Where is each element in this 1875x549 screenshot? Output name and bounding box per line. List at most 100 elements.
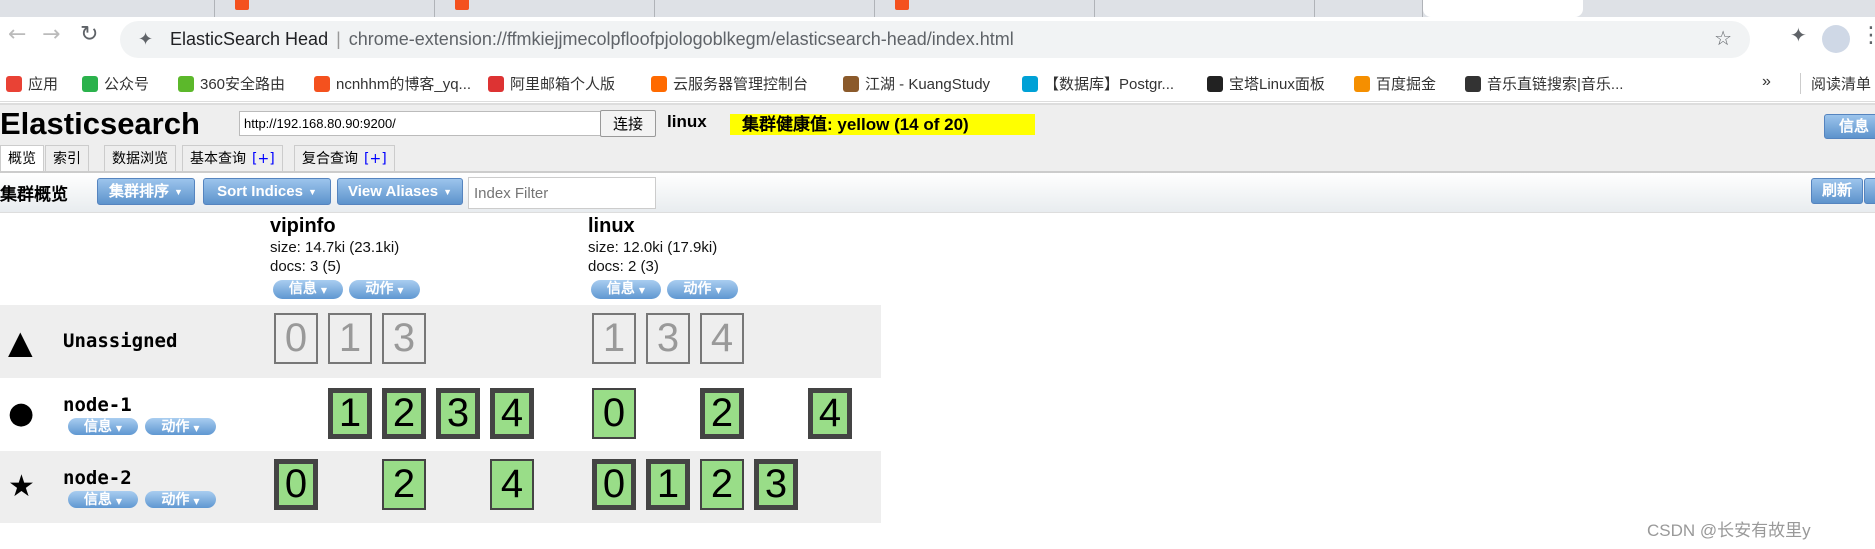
node-action-button[interactable]: 动作 ▼	[145, 491, 216, 508]
unassigned-shard[interactable]: 3	[382, 313, 426, 364]
caret-down-icon: ▼	[638, 286, 646, 295]
extensions-icon[interactable]: ✦	[1790, 23, 1807, 47]
csdn-icon	[235, 0, 249, 10]
primary-shard[interactable]: 0	[592, 459, 636, 510]
label: 集群排序	[109, 183, 170, 200]
bookmark-item[interactable]: 应用	[6, 73, 58, 94]
apps-grid-icon	[6, 75, 22, 92]
address-bar[interactable]: ✦ ElasticSearch Head | chrome-extension://…	[120, 21, 1750, 58]
unassigned-shard[interactable]: 1	[592, 313, 636, 364]
node-name: node-1	[63, 394, 132, 416]
browser-tab[interactable]	[1095, 0, 1315, 17]
replica-shard[interactable]: 0	[592, 388, 636, 439]
bookmark-item[interactable]: 百度掘金	[1354, 73, 1436, 94]
node-action-button[interactable]: 动作 ▼	[145, 418, 216, 435]
index-action-button[interactable]: 动作 ▼	[667, 280, 738, 299]
caret-down-icon: ▼	[115, 424, 123, 433]
primary-shard[interactable]: 3	[754, 459, 798, 510]
bookmark-item[interactable]: 云服务器管理控制台	[651, 73, 808, 94]
primary-shard[interactable]: 2	[700, 388, 744, 439]
node-info-button[interactable]: 信息 ▼	[68, 418, 138, 435]
bookmark-item[interactable]: 阿里邮箱个人版	[488, 73, 615, 94]
sort-indices-button[interactable]: Sort Indices ▼	[203, 178, 331, 205]
csdn-icon	[455, 0, 469, 10]
index-filter-input[interactable]	[468, 177, 656, 209]
csdn-icon	[314, 75, 330, 92]
label: 动作	[161, 419, 190, 435]
bookmark-item[interactable]: 江湖 - KuangStudy	[843, 73, 990, 94]
reading-list[interactable]: 阅读清单	[1800, 73, 1871, 94]
index-name: linux	[588, 215, 635, 237]
forward-icon[interactable]: →	[42, 22, 60, 47]
bookmark-item[interactable]: 360安全路由	[178, 73, 285, 94]
tab-4[interactable]: 复合查询 [+]	[294, 145, 395, 172]
tab-label: 概览	[8, 151, 36, 167]
connect-button[interactable]: 连接	[600, 110, 656, 137]
profile-avatar[interactable]	[1822, 25, 1850, 53]
caret-down-icon: ▼	[443, 186, 452, 197]
bookmark-item[interactable]: 音乐直链搜索|音乐...	[1465, 73, 1623, 94]
tab-label: 数据浏览	[112, 151, 168, 167]
primary-shard[interactable]: 1	[646, 459, 690, 510]
replica-shard[interactable]: 2	[382, 459, 426, 510]
view-aliases-button[interactable]: View Aliases ▼	[337, 178, 463, 205]
replica-shard[interactable]: 2	[700, 459, 744, 510]
browser-tab[interactable]	[435, 0, 655, 17]
node-info-button[interactable]: 信息 ▼	[68, 491, 138, 508]
primary-shard[interactable]: 3	[436, 388, 480, 439]
unassigned-shard[interactable]: 3	[646, 313, 690, 364]
primary-shard[interactable]: 4	[808, 388, 852, 439]
back-icon[interactable]: ←	[8, 22, 26, 47]
reload-icon[interactable]: ↻	[80, 22, 98, 47]
liu-icon	[1465, 75, 1481, 92]
bookmarks-more-button[interactable]: »	[1762, 73, 1771, 91]
bookmarks-bar: 应用 公众号 360安全路由 ncnhhm的博客_yq... 阿里邮箱个人版 云服务器管理…	[0, 64, 1875, 102]
browser-tab[interactable]	[875, 0, 1095, 17]
bookmark-label: 应用	[28, 76, 59, 93]
tab-3[interactable]: 基本查询 [+]	[182, 145, 283, 172]
bookmark-item[interactable]: 宝塔Linux面板	[1207, 73, 1325, 94]
refresh-dropdown-button[interactable]	[1864, 178, 1875, 204]
index-info-button[interactable]: 信息 ▼	[273, 280, 343, 299]
index-docs: docs: 3 (5)	[270, 258, 341, 275]
primary-shard[interactable]: 1	[328, 388, 372, 439]
browser-tab[interactable]	[1315, 0, 1423, 17]
unassigned-shard[interactable]: 0	[274, 313, 318, 364]
sort-cluster-button[interactable]: 集群排序 ▼	[97, 178, 195, 205]
index-docs: docs: 2 (3)	[588, 258, 659, 275]
menu-icon[interactable]: ⋮	[1860, 23, 1875, 48]
cluster-health-badge: 集群健康值: yellow (14 of 20)	[730, 114, 1035, 135]
replica-shard[interactable]: 4	[490, 459, 534, 510]
refresh-button[interactable]: 刷新	[1811, 178, 1863, 204]
tab-0[interactable]: 概览	[0, 145, 44, 173]
add-query-icon[interactable]: [+]	[252, 151, 275, 167]
bookmark-star-icon[interactable]: ☆	[1714, 21, 1732, 58]
browser-tab-active[interactable]	[1423, 0, 1583, 17]
warning-icon: ▲	[8, 323, 33, 361]
primary-shard[interactable]: 2	[382, 388, 426, 439]
bookmark-item[interactable]: ncnhhm的博客_yq...	[314, 73, 471, 94]
bookmark-item[interactable]: 【数据库】Postgr...	[1022, 73, 1174, 94]
bt-icon	[1207, 75, 1223, 92]
extension-icon: ✦	[138, 29, 154, 49]
unassigned-shard[interactable]: 1	[328, 313, 372, 364]
index-action-button[interactable]: 动作 ▼	[349, 280, 420, 299]
browser-tab[interactable]	[215, 0, 435, 17]
bookmark-item[interactable]: 公众号	[82, 73, 149, 94]
browser-tab[interactable]	[0, 0, 215, 17]
unassigned-shard[interactable]: 4	[700, 313, 744, 364]
tab-2[interactable]: 数据浏览	[104, 145, 176, 172]
caret-down-icon: ▼	[193, 424, 200, 433]
primary-shard[interactable]: 4	[490, 388, 534, 439]
bookmark-label: 公众号	[104, 76, 150, 93]
add-query-icon[interactable]: [+]	[364, 151, 387, 167]
index-info-button[interactable]: 信息 ▼	[591, 280, 661, 299]
primary-shard[interactable]: 0	[274, 459, 318, 510]
unassigned-label: Unassigned	[63, 330, 178, 352]
cluster-url-input[interactable]	[239, 111, 601, 136]
header-info-button[interactable]: 信息	[1824, 114, 1875, 139]
node-name: node-2	[63, 467, 132, 489]
360-icon	[178, 75, 194, 92]
browser-tab[interactable]	[655, 0, 875, 17]
tab-1[interactable]: 索引	[45, 145, 89, 172]
